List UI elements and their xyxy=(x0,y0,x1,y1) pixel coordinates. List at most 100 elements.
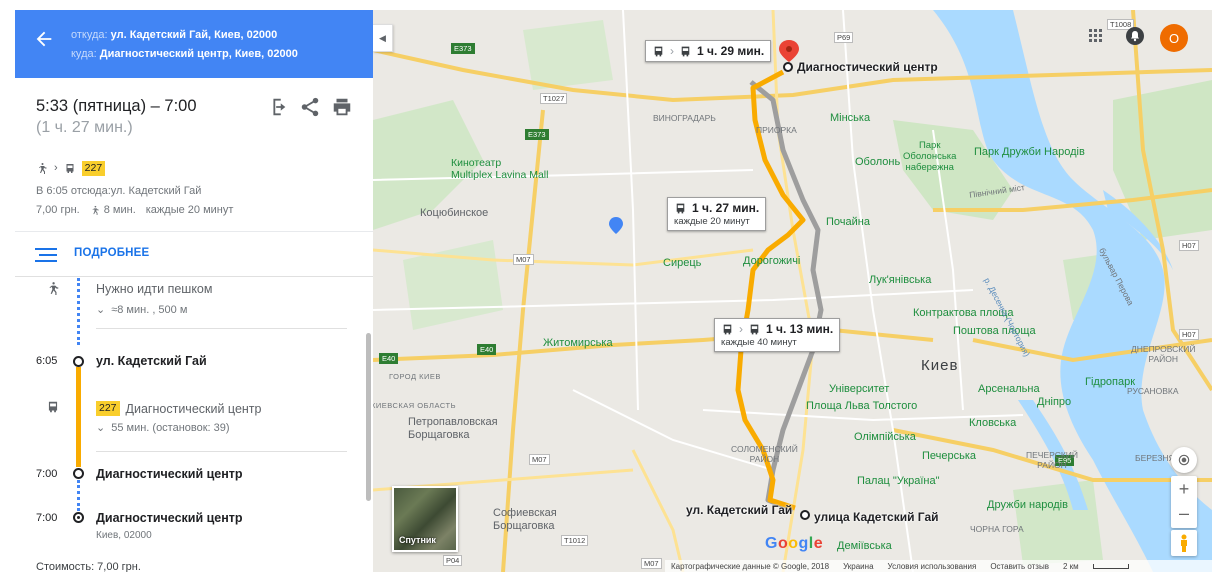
map-label: Софиевская Борщаговка xyxy=(493,507,557,532)
route-callout-3[interactable]: › 1 ч. 13 мин. каждые 40 минут xyxy=(714,318,841,352)
route-callout-1[interactable]: › 1 ч. 29 мин. xyxy=(645,40,772,62)
bus-badge: 227 xyxy=(96,401,120,416)
total-cost: Стоимость: 7,00 грн. xyxy=(36,561,141,572)
route-badge: 227 xyxy=(81,160,106,176)
zoom-in-icon[interactable]: + xyxy=(1179,476,1190,502)
scrollbar[interactable] xyxy=(366,333,371,501)
map-label: Парк Дружби Народів xyxy=(974,146,1085,158)
share-icon[interactable] xyxy=(299,96,321,118)
road-shield: T1012 xyxy=(561,535,589,546)
map-label: Петропавловская Борщаговка xyxy=(408,416,498,441)
map-label: Дніпро xyxy=(1037,396,1072,408)
collapse-panel-button[interactable]: ◀ xyxy=(373,24,393,52)
callout-duration: 1 ч. 29 мин. xyxy=(697,44,765,58)
bus-icon xyxy=(654,46,663,56)
account-avatar[interactable]: O xyxy=(1160,24,1188,52)
destination-value: Диагностический центр, Киев, 02000 xyxy=(99,48,298,60)
my-location-icon xyxy=(1178,454,1190,466)
transport-modes: › 227 xyxy=(36,160,106,176)
destination-map-label[interactable]: Диагностический центр xyxy=(797,60,938,74)
origin-value: ул. Кадетский Гай, Киев, 02000 xyxy=(110,29,278,41)
bus-icon xyxy=(48,401,58,413)
region-link[interactable]: Украина xyxy=(843,562,873,571)
map-label: ЧОРНА ГОРА xyxy=(970,524,1024,534)
route-callout-2[interactable]: 1 ч. 27 мин. каждые 20 минут xyxy=(667,197,767,231)
map-label: Університет xyxy=(829,383,890,395)
map-label: Олімпійська xyxy=(854,431,916,443)
route-steps: Нужно идти пешком ⌄ ≈8 мин. , 500 м 6:05 … xyxy=(15,278,373,572)
road-shield: M07 xyxy=(513,254,534,265)
street-view-pegman[interactable] xyxy=(1171,530,1197,556)
route-summary: 5:33 (пятница) – 7:00 (1 ч. 27 мин.) › 2… xyxy=(15,78,373,238)
arrow-left-icon[interactable] xyxy=(33,28,55,50)
map-label: Площа Льва Толстого xyxy=(806,400,918,412)
walk-step-details[interactable]: ⌄ ≈8 мин. , 500 м xyxy=(96,303,188,317)
map-label: КИЕВСКАЯ ОБЛАСТЬ xyxy=(373,401,456,410)
bus-step-details[interactable]: ⌄ 55 мин. (остановок: 39) xyxy=(96,421,230,435)
chevron-right-icon: › xyxy=(670,44,674,58)
origin-label: откуда: xyxy=(71,29,108,41)
map-label: Поштова площа xyxy=(953,325,1036,337)
map-label: Дорогожичі xyxy=(743,255,801,267)
chevron-right-icon: › xyxy=(54,162,58,174)
bus-destination: Диагностический центр xyxy=(125,401,262,416)
destination-name[interactable]: Диагностический центр xyxy=(96,511,243,525)
origin-field[interactable]: откуда: ул. Кадетский Гай, Киев, 02000 xyxy=(71,29,277,41)
my-location-button[interactable] xyxy=(1171,447,1197,473)
destination-field[interactable]: куда: Диагностический центр, Киев, 02000 xyxy=(71,48,298,60)
road-shield: E373 xyxy=(525,129,549,140)
zoom-out-icon[interactable]: – xyxy=(1179,502,1189,528)
bus-line xyxy=(76,367,81,467)
apps-grid-icon[interactable] xyxy=(1089,29,1103,43)
walk-step-sub: ≈8 мин. , 500 м xyxy=(111,303,188,316)
bus-icon xyxy=(681,46,690,56)
logo-letter: g xyxy=(798,535,809,552)
scale-bar xyxy=(1092,563,1129,569)
callout-frequency: каждые 40 минут xyxy=(721,337,797,348)
print-icon[interactable] xyxy=(331,96,353,118)
road-shield: E40 xyxy=(379,353,399,364)
walk-step-title: Нужно идти пешком xyxy=(96,282,213,296)
satellite-toggle[interactable]: Спутник xyxy=(392,486,458,552)
map-canvas xyxy=(373,10,1212,572)
origin-map-label-2[interactable]: улица Кадетский Гай xyxy=(814,510,939,524)
road-shield: P04 xyxy=(443,555,463,566)
city-label: Киев xyxy=(921,357,959,374)
details-button[interactable]: ПОДРОБНЕЕ xyxy=(15,231,373,277)
map-footer: Картографические данные © Google, 2018 У… xyxy=(665,560,1212,572)
stop-time: 7:00 xyxy=(36,468,58,480)
walk-icon xyxy=(39,163,47,174)
stop-time: 6:05 xyxy=(36,355,58,367)
map-label: РУСАНОВКА xyxy=(1127,386,1179,396)
map-label: Лук'янівська xyxy=(869,274,932,286)
logo-letter: o xyxy=(777,535,789,552)
road-shield: E373 xyxy=(451,43,475,54)
map-label: Житомирська xyxy=(543,337,613,349)
stop-name[interactable]: ул. Кадетский Гай xyxy=(96,354,207,368)
origin-map-label[interactable]: ул. Кадетский Гай xyxy=(686,503,792,517)
bus-icon xyxy=(66,163,74,173)
walk-line xyxy=(77,278,80,345)
google-logo: Google xyxy=(765,535,823,553)
map-label: Кинотеатр Multiplex Lavina Mall xyxy=(451,157,549,181)
route-duration: (1 ч. 27 мин.) xyxy=(36,119,133,136)
chevron-down-icon: ⌄ xyxy=(96,304,106,316)
logo-letter: o xyxy=(788,535,799,552)
route-meta: 7,00 грн. 8 мин. каждые 20 минут xyxy=(36,204,233,216)
map[interactable]: E373 P69 T1008 T1027 E373 M07 E40 E40 M0… xyxy=(373,10,1212,572)
destination-time: 7:00 xyxy=(36,512,58,524)
map-label: Почайна xyxy=(826,216,870,228)
feedback-link[interactable]: Оставить отзыв xyxy=(990,562,1049,571)
map-label: Парк Оболонська набережна xyxy=(903,140,957,173)
scale-label[interactable]: 2 км xyxy=(1063,562,1079,571)
callout-frequency: каждые 20 минут xyxy=(674,216,750,227)
map-label: Коцюбинское xyxy=(420,207,489,219)
map-label: ПЕЧЕРСКИЙ РАЙОН xyxy=(1026,450,1078,470)
stop-name[interactable]: Диагностический центр xyxy=(96,467,243,481)
notifications-bell-icon[interactable] xyxy=(1126,27,1144,45)
road-shield: H07 xyxy=(1179,329,1199,340)
map-label: ВИНОГРАДАРЬ xyxy=(653,113,716,123)
terms-link[interactable]: Условия использования xyxy=(888,562,977,571)
road-shield: M07 xyxy=(641,558,662,569)
send-to-phone-icon[interactable] xyxy=(267,96,289,118)
